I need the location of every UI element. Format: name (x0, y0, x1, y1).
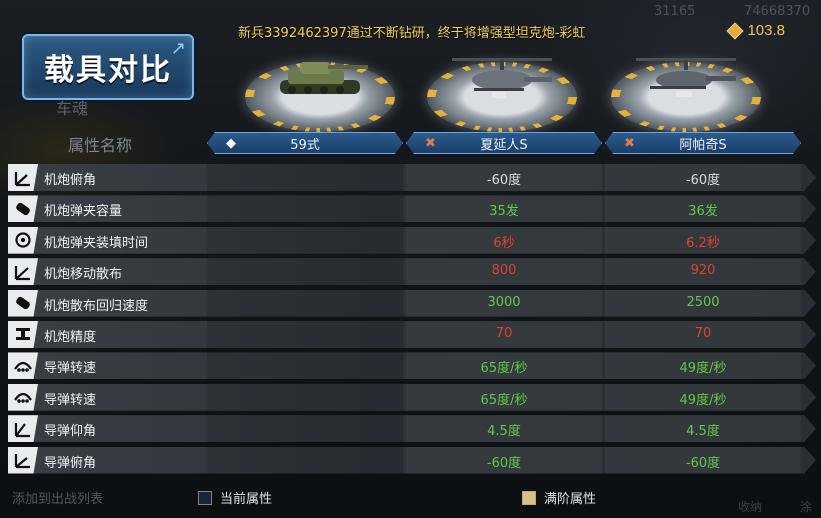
currency-value: 103.8 (747, 22, 785, 39)
vehicle-2-value: 65度/秒 (480, 392, 528, 408)
vehicle-2-value: 4.5度 (487, 424, 521, 440)
add-to-battle-list-button[interactable]: 添加到出战列表 (12, 488, 103, 507)
attribute-name: 机炮弹夹容量 (44, 204, 123, 220)
table-row: 机炮俯角 -60度 -60度 (8, 164, 816, 191)
attribute-table: 机炮俯角 -60度 -60度 机炮弹夹容量 35发 36发 机炮弹夹装填时间 6… (8, 164, 816, 478)
table-row: 导弹转速 65度/秒 49度/秒 (8, 352, 816, 379)
legend-current[interactable]: 当前属性 (198, 488, 272, 507)
vehicle-3-value: 70 (694, 325, 712, 341)
vehicle-3-name: 阿帕奇S (679, 137, 727, 153)
column-headers: 属性名称 ◆ 59式 ✖ 夏延人S ✖ 阿帕奇S (0, 132, 821, 155)
vehicle-3-value: 4.5度 (686, 424, 720, 440)
attribute-name: 机炮散布回归速度 (44, 298, 149, 314)
attribute-name: 机炮俯角 (44, 173, 97, 188)
gold-diamond-icon (726, 22, 744, 39)
max-attribute-swatch[interactable] (522, 490, 536, 505)
vehicle-2-value: 70 (495, 325, 513, 341)
vehicle-3-value: 920 (690, 263, 716, 279)
broadcast-player: 新兵3392462397 (238, 26, 347, 41)
table-row: 机炮弹夹装填时间 6秒 6.2秒 (8, 227, 816, 254)
resource-count-1: 31165 (654, 4, 696, 19)
background-heading: 车魂 (56, 99, 89, 118)
attribute-name: 导弹仰角 (44, 424, 97, 440)
missile-depression-icon (8, 447, 38, 474)
vehicle-2-value: 800 (491, 263, 517, 279)
legend-max[interactable]: 满阶属性 (522, 488, 596, 507)
attribute-name-header: 属性名称 (68, 136, 133, 155)
vehicle-1-name: 59式 (290, 137, 320, 153)
currency-display: 103.8 (726, 22, 785, 39)
column-vehicle-2[interactable]: ✖ 夏延人S (406, 132, 602, 154)
vehicle-2-value: -60度 (486, 173, 522, 188)
attribute-name: 机炮移动散布 (44, 267, 123, 283)
table-row: 机炮移动散布 800 920 (8, 258, 816, 285)
vehicle-2-value: 35发 (489, 204, 519, 220)
vehicle-3-value: 6.2秒 (686, 235, 720, 251)
legend-max-label: 满阶属性 (544, 492, 597, 507)
vehicle-2-value: 6秒 (493, 235, 515, 251)
table-row: 机炮精度 70 70 (8, 321, 816, 348)
missile-elevation-icon (8, 415, 38, 442)
vehicle-2-value: 3000 (487, 294, 521, 310)
vehicle-2-value: 65度/秒 (480, 361, 528, 377)
table-row: 导弹转速 65度/秒 49度/秒 (8, 384, 816, 411)
remove-cross-icon[interactable]: ✖ (425, 136, 436, 151)
expand-arrow-icon: ↗ (170, 38, 186, 59)
current-attribute-swatch[interactable] (198, 490, 212, 505)
footer-bar: 添加到出战列表 当前属性 满阶属性 收纳 涂 (0, 482, 821, 515)
vehicle-3-value: -60度 (685, 173, 721, 188)
missile-turn-icon (8, 384, 38, 411)
vehicle-2-value: -60度 (486, 455, 522, 471)
table-row: 机炮弹夹容量 35发 36发 (8, 195, 816, 222)
vehicle-platform-3[interactable] (606, 42, 766, 136)
vehicle-platform-2[interactable] (422, 42, 582, 136)
missile-turn-icon (8, 352, 38, 379)
tank-icon (280, 62, 368, 94)
corner-label[interactable]: 涂 (800, 498, 812, 515)
attribute-name: 导弹俯角 (44, 455, 97, 471)
table-row: 导弹俯角 -60度 -60度 (8, 447, 816, 474)
page-title-panel: 载具对比 ↗ (22, 34, 194, 100)
table-row: 机炮散布回归速度 3000 2500 (8, 290, 816, 317)
broadcast-text: 通过不断钻研，终于将 (346, 26, 477, 41)
magazine-capacity-icon (8, 195, 38, 222)
gun-depression-icon (8, 164, 38, 191)
column-vehicle-1[interactable]: ◆ 59式 (207, 132, 403, 154)
selected-diamond-icon: ◆ (226, 136, 236, 151)
remove-cross-icon[interactable]: ✖ (624, 136, 635, 151)
attribute-name: 导弹转速 (44, 392, 97, 408)
accuracy-icon (8, 321, 38, 348)
vehicle-3-value: 36发 (688, 204, 718, 220)
attribute-name: 导弹转速 (44, 361, 97, 377)
page-title: 载具对比 (44, 53, 172, 88)
broadcast-item: 增强型坦克炮-彩虹 (476, 26, 586, 41)
vehicle-3-value: 49度/秒 (679, 361, 727, 377)
table-row: 导弹仰角 4.5度 4.5度 (8, 415, 816, 442)
vehicle-3-value: -60度 (685, 455, 721, 471)
vehicle-platform-1[interactable] (240, 42, 400, 136)
attribute-name: 机炮弹夹装填时间 (44, 235, 149, 251)
dispersion-recovery-icon (8, 290, 38, 317)
vehicle-3-value: 2500 (686, 294, 720, 310)
attribute-name: 机炮精度 (44, 329, 97, 345)
moving-dispersion-icon (8, 258, 38, 285)
collapse-label[interactable]: 收纳 (738, 498, 762, 515)
vehicle-3-value: 49度/秒 (679, 392, 727, 408)
resource-count-2: 74668370 (744, 4, 811, 19)
apache-helicopter-icon (636, 58, 736, 97)
reload-time-icon (8, 227, 38, 254)
vehicle-2-name: 夏延人S (480, 137, 528, 153)
attack-helicopter-icon (452, 58, 552, 98)
legend-current-label: 当前属性 (220, 492, 273, 507)
broadcast-message: 新兵3392462397通过不断钻研，终于将增强型坦克炮-彩虹 (238, 22, 585, 41)
column-vehicle-3[interactable]: ✖ 阿帕奇S (605, 132, 801, 154)
